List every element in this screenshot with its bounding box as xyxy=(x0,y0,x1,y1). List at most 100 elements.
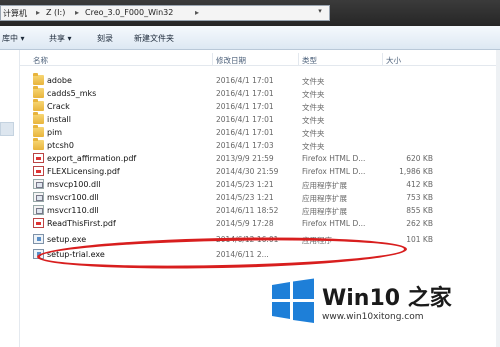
file-name: adobe xyxy=(47,76,72,85)
include-in-library-button[interactable]: 库中 ▾ xyxy=(2,33,25,44)
share-with-button[interactable]: 共享 ▾ xyxy=(49,33,72,44)
file-type: Firefox HTML D... xyxy=(302,219,366,228)
file-row[interactable]: pim 2016/4/1 17:01 文件夹 xyxy=(20,125,500,139)
breadcrumb-folder[interactable]: Creo_3.0_F000_Win32 xyxy=(85,8,173,17)
column-header-date[interactable]: 修改日期 xyxy=(216,55,246,66)
column-divider[interactable] xyxy=(382,53,383,65)
nav-selected-item[interactable] xyxy=(0,122,14,136)
column-header-row: 名称 修改日期 类型 大小 xyxy=(20,52,500,66)
file-date: 2016/4/1 17:01 xyxy=(216,89,274,98)
new-folder-button[interactable]: 新建文件夹 xyxy=(134,33,174,44)
file-name: Crack xyxy=(47,102,70,111)
dll-file-icon xyxy=(33,192,44,202)
folder-icon xyxy=(33,138,44,150)
file-name: export_affirmation.pdf xyxy=(47,154,137,163)
file-name: pim xyxy=(47,128,63,137)
column-header-size[interactable]: 大小 xyxy=(386,55,401,66)
file-date: 2014/5/9 17:28 xyxy=(216,219,274,228)
file-row[interactable]: msvcp100.dll 2014/5/23 1:21 应用程序扩展 412 K… xyxy=(20,178,500,191)
file-type: 文件夹 xyxy=(302,77,325,86)
file-row-setup[interactable]: setup.exe 2014/6/12 16:01 应用程序 101 KB xyxy=(20,233,500,246)
pdf-file-icon xyxy=(33,218,44,228)
address-box[interactable]: 计算机 ▸ Z (I:) ▸ Creo_3.0_F000_Win32 ▸ ▾ xyxy=(0,5,330,21)
breadcrumb-computer[interactable]: 计算机 xyxy=(3,8,27,19)
file-name: install xyxy=(47,115,71,124)
file-type: Firefox HTML D... xyxy=(302,167,366,176)
burn-button[interactable]: 刻录 xyxy=(97,33,113,44)
file-name: FLEXLicensing.pdf xyxy=(47,167,120,176)
windows-logo-icon xyxy=(272,278,314,323)
file-name: msvcp100.dll xyxy=(47,180,101,189)
file-row[interactable]: msvcr110.dll 2014/6/11 18:52 应用程序扩展 855 … xyxy=(20,204,500,217)
toolbar: 库中 ▾ 共享 ▾ 刻录 新建文件夹 xyxy=(0,26,500,50)
column-header-name[interactable]: 名称 xyxy=(33,55,48,66)
file-row[interactable]: ReadThisFirst.pdf 2014/5/9 17:28 Firefox… xyxy=(20,217,500,230)
file-date: 2014/5/23 1:21 xyxy=(216,180,274,189)
dll-file-icon xyxy=(33,179,44,189)
file-type: 应用程序 xyxy=(302,236,332,245)
file-date: 2016/4/1 17:01 xyxy=(216,128,274,137)
file-date: 2014/6/12 16:01 xyxy=(216,235,279,244)
file-size: 262 KB xyxy=(406,219,433,228)
exe-file-icon xyxy=(33,249,44,259)
breadcrumb-separator-icon[interactable]: ▸ xyxy=(195,8,199,17)
file-date: 2016/4/1 17:01 xyxy=(216,76,274,85)
file-row[interactable]: export_affirmation.pdf 2013/9/9 21:59 Fi… xyxy=(20,152,500,165)
file-date: 2014/6/11 18:52 xyxy=(216,206,279,215)
file-date: 2013/9/9 21:59 xyxy=(216,154,274,163)
navigation-pane[interactable] xyxy=(0,50,20,347)
pdf-file-icon xyxy=(33,153,44,163)
column-divider[interactable] xyxy=(298,53,299,65)
pdf-file-icon xyxy=(33,166,44,176)
folder-icon xyxy=(33,86,44,98)
file-date: 2016/4/1 17:01 xyxy=(216,102,274,111)
dll-file-icon xyxy=(33,205,44,215)
file-type: 文件夹 xyxy=(302,90,325,99)
address-dropdown-icon[interactable]: ▾ xyxy=(313,7,327,19)
folder-icon xyxy=(33,125,44,137)
file-row[interactable]: ptcsh0 2016/4/1 17:03 文件夹 xyxy=(20,138,500,152)
file-size: 753 KB xyxy=(406,193,433,202)
file-type: 应用程序扩展 xyxy=(302,194,347,203)
folder-icon xyxy=(33,73,44,85)
file-row[interactable]: Crack 2016/4/1 17:01 文件夹 xyxy=(20,99,500,113)
file-date: 2016/4/1 17:01 xyxy=(216,115,274,124)
file-type: 文件夹 xyxy=(302,129,325,138)
exe-file-icon xyxy=(33,234,44,244)
file-date: 2014/5/23 1:21 xyxy=(216,193,274,202)
file-name: setup-trial.exe xyxy=(47,250,105,259)
file-name: setup.exe xyxy=(47,235,87,244)
breadcrumb-drive[interactable]: Z (I:) xyxy=(46,8,65,17)
file-row[interactable]: msvcr100.dll 2014/5/23 1:21 应用程序扩展 753 K… xyxy=(20,191,500,204)
address-bar: 计算机 ▸ Z (I:) ▸ Creo_3.0_F000_Win32 ▸ ▾ xyxy=(0,0,500,26)
file-size: 101 KB xyxy=(406,235,433,244)
breadcrumb-separator-icon[interactable]: ▸ xyxy=(75,8,79,17)
file-type: 应用程序扩展 xyxy=(302,207,347,216)
file-date: 2014/6/11 2... xyxy=(216,250,269,259)
file-type: 文件夹 xyxy=(302,142,325,151)
column-header-type[interactable]: 类型 xyxy=(302,55,317,66)
file-date: 2016/4/1 17:03 xyxy=(216,141,274,150)
file-row[interactable]: cadds5_mks 2016/4/1 17:01 文件夹 xyxy=(20,86,500,100)
file-name: ReadThisFirst.pdf xyxy=(47,219,116,228)
column-divider[interactable] xyxy=(212,53,213,65)
file-size: 1,986 KB xyxy=(399,167,433,176)
watermark: Win10 之家 www.win10xitong.com xyxy=(270,270,500,347)
breadcrumb-separator-icon[interactable]: ▸ xyxy=(36,8,40,17)
file-type: 文件夹 xyxy=(302,116,325,125)
file-row[interactable]: adobe 2016/4/1 17:01 文件夹 xyxy=(20,73,500,87)
file-type: 应用程序扩展 xyxy=(302,181,347,190)
file-name: msvcr110.dll xyxy=(47,206,99,215)
file-date: 2014/4/30 21:59 xyxy=(216,167,279,176)
watermark-title: Win10 之家 xyxy=(322,286,452,311)
file-size: 412 KB xyxy=(406,180,433,189)
file-name: cadds5_mks xyxy=(47,89,97,98)
file-row[interactable]: install 2016/4/1 17:01 文件夹 xyxy=(20,112,500,126)
file-size: 620 KB xyxy=(406,154,433,163)
file-row[interactable]: setup-trial.exe 2014/6/11 2... xyxy=(20,248,500,261)
file-name: ptcsh0 xyxy=(47,141,74,150)
watermark-url: www.win10xitong.com xyxy=(322,312,424,322)
file-row[interactable]: FLEXLicensing.pdf 2014/4/30 21:59 Firefo… xyxy=(20,165,500,178)
folder-icon xyxy=(33,99,44,111)
file-type: 文件夹 xyxy=(302,103,325,112)
